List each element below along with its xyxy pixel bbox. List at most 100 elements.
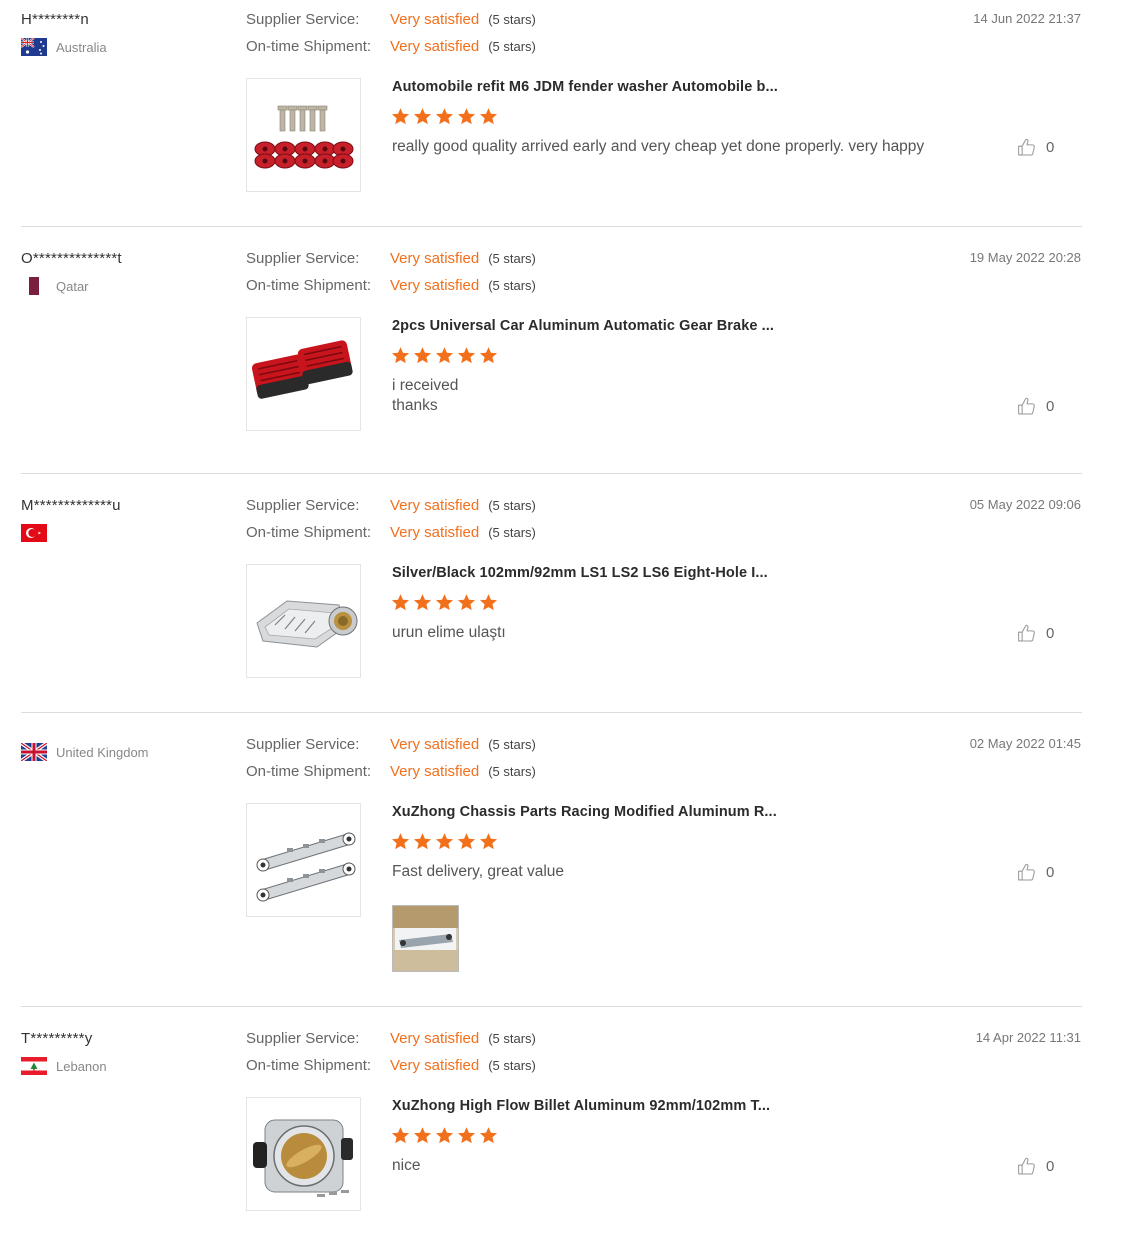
product-thumbnail[interactable]: [246, 78, 361, 192]
supplier-service-label: Supplier Service:: [246, 497, 360, 514]
shipment-value: Very satisfied: [390, 524, 480, 541]
star-icon: [391, 832, 410, 851]
helpful-button[interactable]: 0: [1016, 862, 1054, 883]
review-text: urun elime ulaştı: [392, 624, 506, 641]
supplier-service-stars: (5 stars): [488, 12, 536, 27]
review-text-line: i received: [392, 377, 459, 394]
star-icon: [413, 107, 432, 126]
country-name: Australia: [56, 39, 107, 55]
star-icon: [413, 1126, 432, 1145]
buyer-name: H********n: [21, 11, 89, 28]
supplier-service-row: Supplier Service: Very satisfied (5 star…: [246, 736, 536, 753]
product-title-link[interactable]: Automobile refit M6 JDM fender washer Au…: [392, 79, 778, 95]
shipment-row: On-time Shipment: Very satisfied (5 star…: [246, 763, 536, 780]
supplier-service-label: Supplier Service:: [246, 11, 360, 28]
star-icon: [479, 1126, 498, 1145]
shipment-stars: (5 stars): [488, 525, 536, 540]
review-text: really good quality arrived early and ve…: [392, 138, 925, 155]
country-name: United Kingdom: [56, 744, 149, 760]
shipment-value: Very satisfied: [390, 1057, 480, 1074]
star-rating: [391, 593, 498, 612]
review-divider: [21, 226, 1082, 227]
star-rating: [391, 1126, 498, 1145]
star-icon: [413, 346, 432, 365]
thumbs-up-icon: [1016, 396, 1037, 417]
star-icon: [435, 107, 454, 126]
buyer-name: M*************u: [21, 497, 121, 514]
product-thumbnail[interactable]: [246, 1097, 361, 1211]
helpful-count: 0: [1046, 1158, 1055, 1175]
shipment-stars: (5 stars): [488, 1058, 536, 1073]
buyer-photo-thumbnail[interactable]: [392, 905, 459, 972]
product-title-link[interactable]: Silver/Black 102mm/92mm LS1 LS2 LS6 Eigh…: [392, 565, 768, 581]
supplier-service-value: Very satisfied: [390, 11, 480, 28]
supplier-service-row: Supplier Service: Very satisfied (5 star…: [246, 11, 536, 28]
supplier-service-value: Very satisfied: [390, 497, 480, 514]
star-icon: [435, 346, 454, 365]
review-text-line: thanks: [392, 397, 438, 414]
star-icon: [457, 346, 476, 365]
supplier-service-row: Supplier Service: Very satisfied (5 star…: [246, 1030, 536, 1047]
review-text: Fast delivery, great value: [392, 863, 565, 880]
helpful-button[interactable]: 0: [1016, 1156, 1054, 1177]
buyer-country: Australia: [21, 38, 107, 56]
buyer-name: T*********y: [21, 1030, 93, 1047]
supplier-service-label: Supplier Service:: [246, 1030, 360, 1047]
star-icon: [413, 832, 432, 851]
helpful-count: 0: [1046, 864, 1055, 881]
shipment-row: On-time Shipment: Very satisfied (5 star…: [246, 524, 536, 541]
shipment-stars: (5 stars): [488, 764, 536, 779]
shipment-label: On-time Shipment:: [246, 277, 372, 294]
supplier-service-stars: (5 stars): [488, 1031, 536, 1046]
star-icon: [435, 1126, 454, 1145]
turkey-flag-icon: [21, 524, 47, 542]
star-icon: [391, 346, 410, 365]
product-thumbnail[interactable]: [246, 564, 361, 678]
star-icon: [391, 1126, 410, 1145]
buyer-country: Lebanon: [21, 1057, 107, 1075]
shipment-value: Very satisfied: [390, 763, 480, 780]
star-rating: [391, 832, 498, 851]
australia-flag-icon: [21, 38, 47, 56]
star-icon: [457, 832, 476, 851]
product-thumbnail[interactable]: [246, 803, 361, 917]
star-icon: [479, 832, 498, 851]
supplier-service-value: Very satisfied: [390, 1030, 480, 1047]
buyer-country: United Kingdom: [21, 743, 149, 761]
buyer-country: Qatar: [21, 277, 89, 295]
helpful-button[interactable]: 0: [1016, 623, 1054, 644]
star-rating: [391, 346, 498, 365]
shipment-label: On-time Shipment:: [246, 38, 372, 55]
thumbs-up-icon: [1016, 862, 1037, 883]
product-thumbnail[interactable]: [246, 317, 361, 431]
shipment-value: Very satisfied: [390, 277, 480, 294]
star-icon: [457, 1126, 476, 1145]
country-name: Qatar: [56, 278, 89, 294]
helpful-button[interactable]: 0: [1016, 137, 1054, 158]
product-title-link[interactable]: XuZhong High Flow Billet Aluminum 92mm/1…: [392, 1098, 770, 1114]
review-divider: [21, 1006, 1082, 1007]
helpful-count: 0: [1046, 139, 1055, 156]
shipment-row: On-time Shipment: Very satisfied (5 star…: [246, 1057, 536, 1074]
buyer-country: [21, 524, 56, 542]
star-icon: [479, 107, 498, 126]
review-divider: [21, 712, 1082, 713]
shipment-label: On-time Shipment:: [246, 763, 372, 780]
helpful-button[interactable]: 0: [1016, 396, 1054, 417]
star-icon: [391, 107, 410, 126]
thumbs-up-icon: [1016, 623, 1037, 644]
star-icon: [413, 593, 432, 612]
supplier-service-stars: (5 stars): [488, 737, 536, 752]
star-rating: [391, 107, 498, 126]
product-title-link[interactable]: XuZhong Chassis Parts Racing Modified Al…: [392, 804, 777, 820]
product-title-link[interactable]: 2pcs Universal Car Aluminum Automatic Ge…: [392, 318, 774, 334]
uk-flag-icon: [21, 743, 47, 761]
buyer-name: O**************t: [21, 250, 122, 267]
star-icon: [479, 593, 498, 612]
supplier-service-row: Supplier Service: Very satisfied (5 star…: [246, 497, 536, 514]
review-date: 14 Apr 2022 11:31: [975, 1030, 1081, 1045]
review-divider: [21, 473, 1082, 474]
shipment-row: On-time Shipment: Very satisfied (5 star…: [246, 38, 536, 55]
review-date: 14 Jun 2022 21:37: [973, 11, 1081, 26]
supplier-service-label: Supplier Service:: [246, 250, 360, 267]
